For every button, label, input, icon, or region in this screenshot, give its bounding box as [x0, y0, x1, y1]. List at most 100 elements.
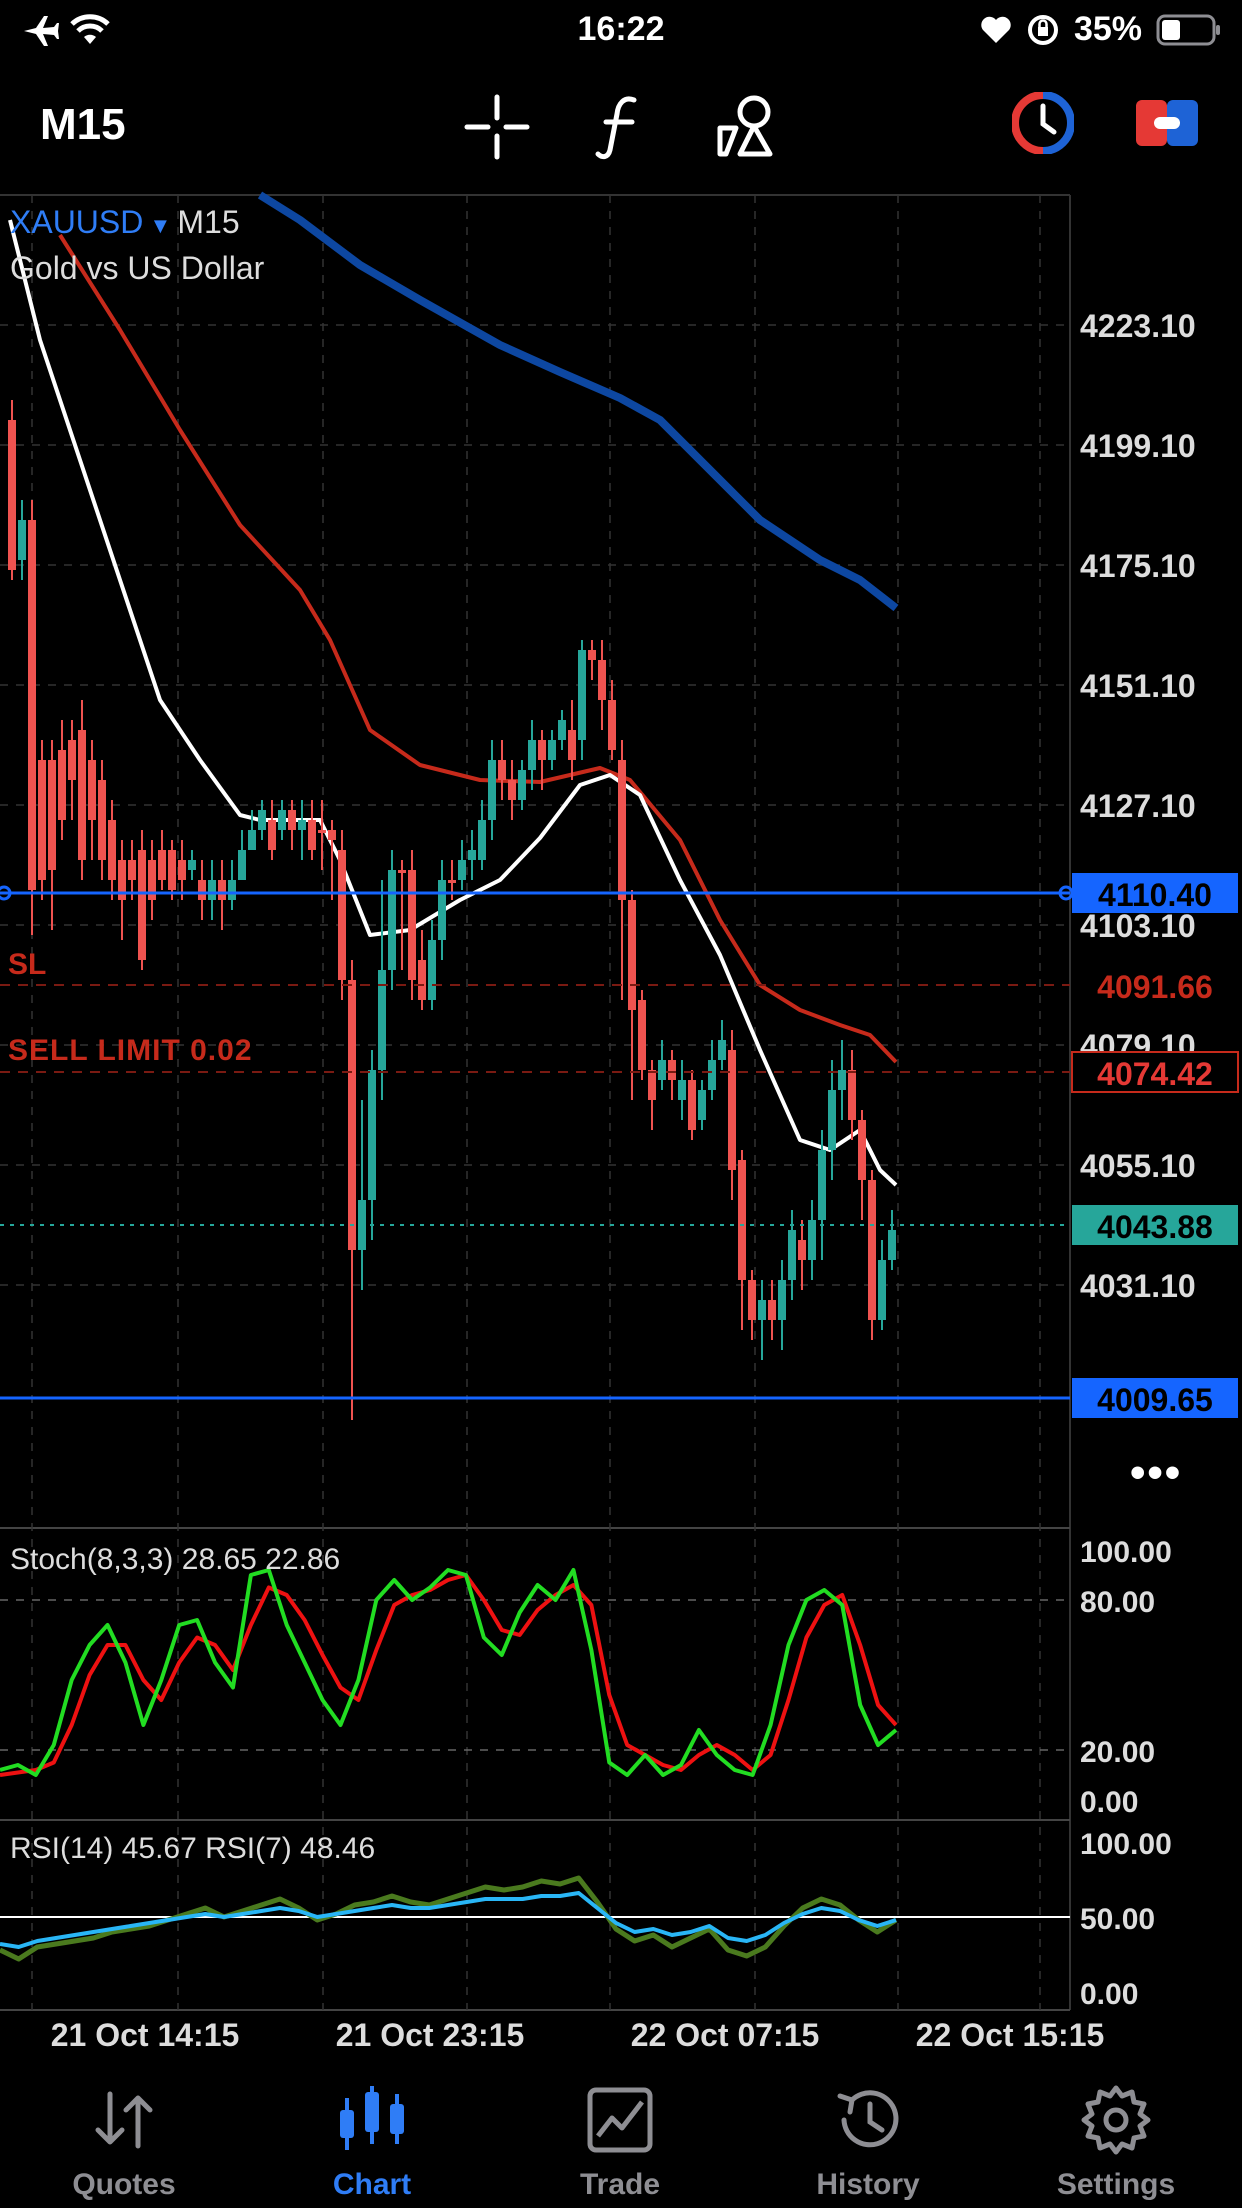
candle-body — [298, 820, 306, 830]
price-tick-label: 4175.10 — [1080, 548, 1196, 584]
candle-body — [578, 650, 586, 740]
price-tag-line1: 4110.40 — [1098, 877, 1212, 913]
stoch-level-label: 80.00 — [1080, 1586, 1155, 1619]
candle-body — [308, 820, 316, 850]
candle-body — [648, 1070, 656, 1100]
candle-body — [828, 1090, 836, 1150]
symbol-label[interactable]: XAUUSD — [10, 204, 143, 240]
candle-body — [218, 880, 226, 900]
price-tick-label: 4127.10 — [1080, 788, 1196, 824]
price-chart[interactable]: 4223.10 4199.10 4175.10 4151.10 4127.10 4103.… — [0, 190, 1242, 2050]
candle-body — [628, 900, 636, 1010]
price-tick-label: 4151.10 — [1080, 668, 1196, 704]
more-options-icon[interactable]: ••• — [1130, 1448, 1182, 1497]
candle-body — [388, 870, 396, 970]
candle-body — [538, 740, 546, 760]
candle-body — [208, 880, 216, 900]
candle-body — [288, 810, 296, 830]
rsi-label: RSI(14) 45.67 RSI(7) 48.46 — [10, 1832, 376, 1865]
time-tick-label: 21 Oct 23:15 — [336, 2017, 525, 2050]
candle-body — [108, 820, 116, 880]
chart-title: XAUUSD ▼ M15 — [10, 204, 240, 241]
candle-body — [28, 520, 36, 890]
candle-body — [128, 860, 136, 880]
candle-body — [408, 870, 416, 980]
candle-body — [568, 730, 576, 760]
sl-label[interactable]: SL — [8, 948, 46, 982]
candle-body — [868, 1180, 876, 1320]
candle-body — [8, 420, 16, 570]
objects-icon[interactable] — [712, 92, 782, 162]
chart-icon — [340, 2086, 404, 2150]
sell-limit-label[interactable]: SELL LIMIT 0.02 — [8, 1034, 253, 1068]
rsi-level-label: 0.00 — [1080, 1978, 1138, 2011]
candle-body — [778, 1280, 786, 1320]
candle-body — [428, 940, 436, 1000]
candle-body — [838, 1070, 846, 1090]
candle-body — [178, 860, 186, 880]
candle-body — [588, 650, 596, 660]
candle-body — [268, 820, 276, 850]
tab-bar: Quotes Chart Trade History Settings — [0, 2050, 1242, 2208]
candle-body — [338, 850, 346, 980]
symbol-description: Gold vs US Dollar — [10, 250, 265, 286]
price-tag-line2: 4009.65 — [1097, 1382, 1213, 1418]
candle-body — [728, 1050, 736, 1170]
tab-quotes-label: Quotes — [72, 2168, 176, 2201]
candle-body — [508, 780, 516, 800]
candle-body — [548, 740, 556, 760]
trading-session-icon[interactable] — [1012, 92, 1074, 154]
candle-body — [818, 1150, 826, 1220]
candle-body — [598, 660, 606, 700]
candle-body — [638, 1000, 646, 1070]
rsi-level-label: 100.00 — [1080, 1828, 1172, 1861]
tab-settings-label: Settings — [1056, 2168, 1176, 2201]
stoch-level-label: 20.00 — [1080, 1736, 1155, 1769]
candle-body — [738, 1160, 746, 1280]
timeframe-label: M15 — [177, 204, 240, 240]
candle-body — [558, 720, 566, 740]
candle-body — [458, 860, 466, 880]
crosshair-icon[interactable] — [462, 92, 532, 162]
candle-body — [248, 830, 256, 850]
price-tag-sl: 4091.66 — [1097, 969, 1213, 1005]
rsi7-line — [0, 1875, 898, 1962]
price-tick-label: 4103.10 — [1080, 908, 1196, 944]
time-tick-label: 22 Oct 15:15 — [916, 2017, 1105, 2050]
candle-body — [418, 960, 426, 1000]
symbol-dropdown-icon[interactable]: ▼ — [143, 213, 177, 238]
candle-body — [68, 740, 76, 780]
timeframe-button[interactable]: M15 — [40, 100, 126, 150]
candle-body — [498, 760, 506, 780]
candle-body — [758, 1300, 766, 1320]
candle-body — [698, 1090, 706, 1120]
candle-body — [158, 850, 166, 880]
candle-body — [188, 860, 196, 870]
tab-chart-label: Chart — [332, 2168, 412, 2201]
candle-body — [768, 1300, 776, 1320]
candle-body — [198, 880, 206, 900]
history-icon — [837, 2090, 899, 2148]
candle-body — [258, 810, 266, 830]
candle-body — [78, 730, 86, 860]
price-tick-label: 4031.10 — [1080, 1268, 1196, 1304]
price-tag-bid: 4043.88 — [1097, 1209, 1213, 1245]
settings-icon — [1081, 2085, 1151, 2155]
rsi-level-label: 50.00 — [1080, 1903, 1155, 1936]
candle-body — [658, 1060, 666, 1080]
tab-trade-label: Trade — [579, 2168, 661, 2201]
one-click-trading-icon[interactable] — [1136, 100, 1198, 146]
candle-body — [228, 880, 236, 900]
candle-body — [448, 880, 456, 883]
indicators-icon[interactable] — [590, 92, 650, 162]
battery-percent: 35% — [1073, 10, 1142, 48]
candle-body — [488, 760, 496, 820]
ma-mid-line — [58, 233, 898, 1064]
price-tick-label: 4199.10 — [1080, 428, 1196, 464]
candle-body — [528, 740, 536, 770]
candle-body — [848, 1070, 856, 1120]
quotes-icon — [95, 2091, 153, 2149]
candle-body — [468, 850, 476, 860]
candle-body — [238, 850, 246, 880]
candle-body — [668, 1060, 676, 1080]
